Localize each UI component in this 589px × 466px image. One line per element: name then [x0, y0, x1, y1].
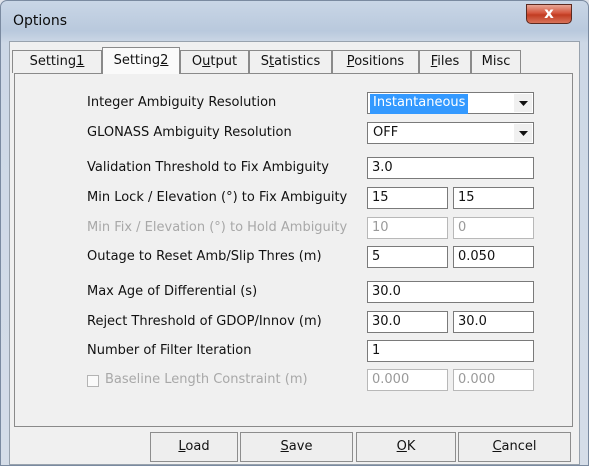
button-label: ave	[288, 439, 313, 454]
tab-label: Setting	[113, 53, 161, 68]
tab-accelerator: 2	[160, 53, 169, 68]
tab-statistics[interactable]: Statistics	[249, 50, 332, 73]
min-fix-input: 10	[367, 217, 448, 239]
tab-accelerator: 1	[76, 54, 85, 69]
integer-ambiguity-select[interactable]: Instantaneous	[367, 92, 534, 114]
tab-output[interactable]: Output	[180, 50, 249, 73]
tab-label-rest: tput	[210, 54, 238, 69]
save-button[interactable]: Save	[240, 432, 353, 462]
glonass-ambiguity-value: OFF	[373, 125, 399, 140]
tab-label: O	[191, 54, 203, 69]
integer-ambiguity-label: Integer Ambiguity Resolution	[87, 95, 277, 110]
ok-button[interactable]: OK	[356, 432, 456, 462]
load-button[interactable]: Load	[150, 432, 238, 462]
min-lock-input[interactable]: 15	[367, 187, 448, 209]
tab-positions[interactable]: Positions	[332, 50, 419, 73]
filter-iteration-label: Number of Filter Iteration	[87, 343, 252, 358]
validation-threshold-input[interactable]: 3.0	[367, 157, 534, 179]
close-button[interactable]: x	[526, 4, 572, 24]
tab-setting2[interactable]: Setting2	[102, 47, 180, 74]
button-label: oad	[185, 439, 210, 454]
tab-label: Setting	[29, 54, 77, 69]
tab-label-rest: atistics	[274, 54, 321, 69]
dialog-client-area: Setting1 Setting2 Output Statistics Posi…	[9, 41, 580, 465]
slip-threshold-input[interactable]: 0.050	[453, 246, 534, 268]
outage-input[interactable]: 5	[367, 246, 448, 268]
filter-iteration-input[interactable]: 1	[367, 340, 534, 362]
chevron-down-icon[interactable]	[514, 124, 532, 142]
glonass-ambiguity-select[interactable]: OFF	[367, 122, 534, 144]
tab-files[interactable]: Files	[419, 50, 471, 73]
min-lock-fix-label: Min Lock / Elevation (°) to Fix Ambiguit…	[87, 190, 348, 205]
reject-threshold-label: Reject Threshold of GDOP/Innov (m)	[87, 314, 322, 329]
integer-ambiguity-value: Instantaneous	[370, 94, 469, 114]
title-bar[interactable]: Options x	[1, 1, 588, 41]
button-accelerator: O	[396, 439, 407, 454]
options-dialog: Options x Setting1 Setting2 Output Stati…	[0, 0, 589, 466]
max-age-diff-input[interactable]: 30.0	[367, 281, 534, 303]
button-label: K	[406, 439, 416, 454]
tab-misc[interactable]: Misc	[471, 50, 521, 73]
tab-label: Misc	[481, 54, 511, 69]
baseline-constraint-label: Baseline Length Constraint (m)	[105, 372, 308, 387]
tab-setting1[interactable]: Setting1	[12, 50, 102, 73]
window-title: Options	[13, 13, 68, 29]
button-accelerator: S	[280, 439, 289, 454]
validation-threshold-label: Validation Threshold to Fix Ambiguity	[87, 160, 329, 175]
min-elevation-hold-input: 0	[453, 217, 534, 239]
button-bar: Load Save OK Cancel	[10, 430, 579, 464]
min-elevation-fix-input[interactable]: 15	[453, 187, 534, 209]
tab-label-rest: ositions	[354, 54, 405, 69]
button-accelerator: C	[492, 439, 502, 454]
cancel-button[interactable]: Cancel	[458, 432, 571, 462]
tab-label-rest: iles	[437, 54, 460, 69]
baseline-constraint-checkbox[interactable]	[87, 375, 99, 387]
min-fix-hold-label: Min Fix / Elevation (°) to Hold Ambiguit…	[87, 220, 348, 235]
chevron-down-icon[interactable]	[514, 94, 532, 112]
max-age-diff-label: Max Age of Differential (s)	[87, 284, 258, 299]
baseline-sigma-input: 0.000	[453, 369, 534, 391]
setting2-panel: Integer Ambiguity Resolution Instantaneo…	[14, 73, 573, 427]
reject-gdop-input[interactable]: 30.0	[367, 311, 448, 333]
close-icon: x	[544, 4, 554, 22]
outage-reset-label: Outage to Reset Amb/Slip Thres (m)	[87, 249, 322, 264]
tab-label: S	[260, 54, 270, 69]
glonass-ambiguity-label: GLONASS Ambiguity Resolution	[87, 125, 292, 140]
button-label: ancel	[501, 439, 537, 454]
tab-strip: Setting1 Setting2 Output Statistics Posi…	[10, 42, 579, 74]
baseline-length-input: 0.000	[367, 369, 448, 391]
reject-innov-input[interactable]: 30.0	[453, 311, 534, 333]
